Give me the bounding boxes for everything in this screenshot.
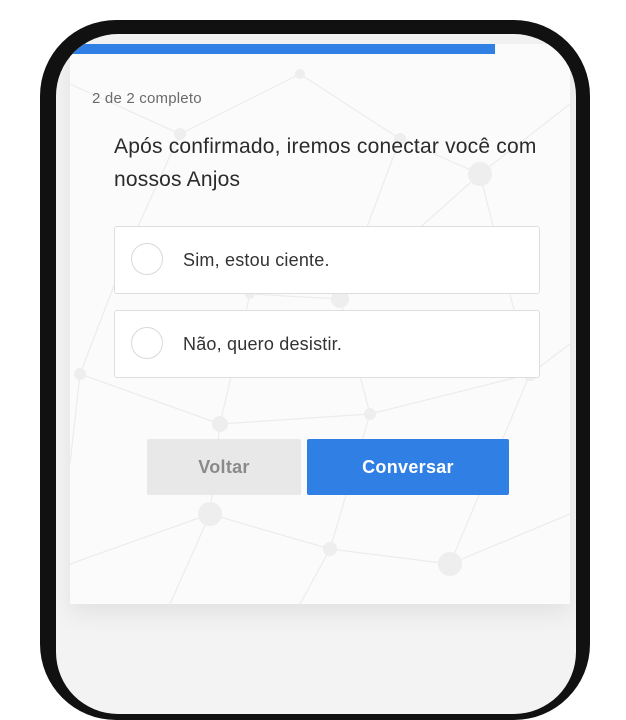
progress-bar (70, 44, 570, 54)
progress-label: 2 de 2 completo (92, 90, 202, 107)
option-label: Sim, estou ciente. (183, 250, 330, 270)
phone-screen: 2 de 2 completo Após confirmado, iremos … (56, 34, 576, 714)
form-card: 2 de 2 completo Após confirmado, iremos … (70, 44, 570, 604)
option-cancel[interactable]: Não, quero desistir. (114, 310, 540, 378)
radio-button[interactable] (131, 327, 163, 359)
option-confirm[interactable]: Sim, estou ciente. (114, 226, 540, 294)
question-text: Após confirmado, iremos conectar você co… (114, 135, 537, 191)
progress-bar-fill (70, 44, 495, 54)
continue-button[interactable]: Conversar (307, 439, 509, 495)
radio-button[interactable] (131, 243, 163, 275)
option-label: Não, quero desistir. (183, 334, 343, 354)
back-button[interactable]: Voltar (147, 439, 301, 495)
